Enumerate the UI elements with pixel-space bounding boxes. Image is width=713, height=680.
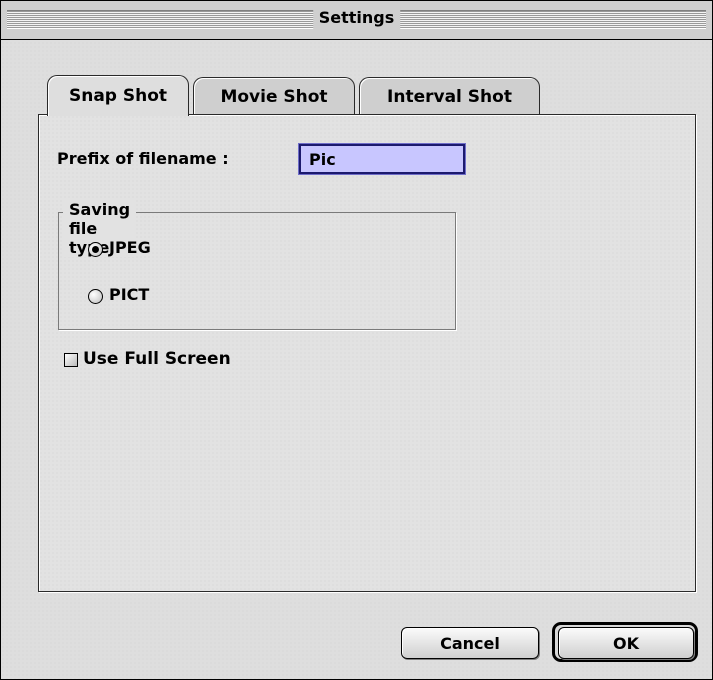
full-screen-checkbox[interactable] [64, 353, 78, 367]
cancel-button[interactable]: Cancel [401, 627, 539, 659]
prefix-input[interactable] [299, 144, 465, 174]
tab-label: Interval Shot [387, 86, 512, 107]
prefix-label: Prefix of filename : [57, 149, 229, 168]
tab-interval-shot[interactable]: Interval Shot [359, 77, 540, 115]
pict-radio[interactable] [88, 289, 103, 304]
tab-movie-shot[interactable]: Movie Shot [193, 77, 355, 115]
ok-button-label: OK [613, 633, 639, 653]
jpeg-radio[interactable] [88, 242, 103, 257]
tab-label: Snap Shot [68, 86, 168, 106]
cancel-button-label: Cancel [440, 633, 500, 653]
full-screen-label[interactable]: Use Full Screen [83, 349, 231, 369]
title-bar[interactable]: Settings [1, 1, 712, 40]
jpeg-label[interactable]: JPEG [109, 238, 151, 257]
ok-button[interactable]: OK [558, 627, 694, 659]
tab-snap-shot[interactable]: Snap Shot [47, 75, 189, 116]
settings-window: Settings Snap Shot Movie Shot Interval S… [0, 0, 713, 680]
pict-label[interactable]: PICT [109, 285, 149, 304]
tab-label: Movie Shot [220, 86, 328, 107]
window-title: Settings [312, 7, 401, 29]
